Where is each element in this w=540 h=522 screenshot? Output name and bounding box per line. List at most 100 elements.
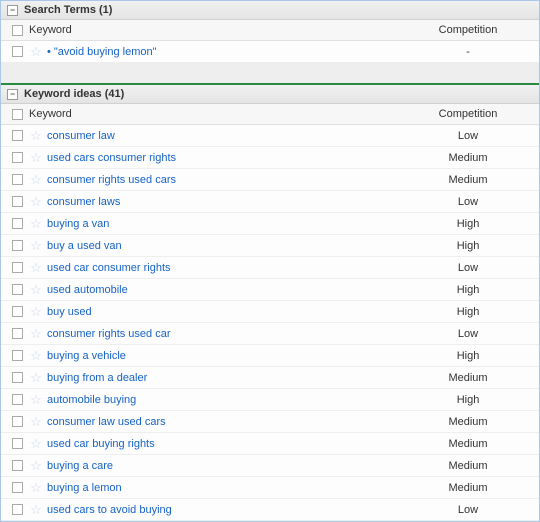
row-checkbox[interactable] xyxy=(12,174,23,185)
keyword-link[interactable]: used automobile xyxy=(47,284,128,296)
star-icon[interactable]: ☆ xyxy=(30,481,42,494)
row-checkbox[interactable] xyxy=(12,438,23,449)
star-icon[interactable]: ☆ xyxy=(30,195,42,208)
table-row: ☆ consumer law Low xyxy=(1,125,539,147)
star-icon[interactable]: ☆ xyxy=(30,129,42,142)
star-icon[interactable]: ☆ xyxy=(30,393,42,406)
star-icon[interactable]: ☆ xyxy=(30,151,42,164)
collapse-icon[interactable]: − xyxy=(7,89,18,100)
competition-value: - xyxy=(403,46,533,58)
table-row: ☆ buying a care Medium xyxy=(1,455,539,477)
keyword-link[interactable]: consumer rights used cars xyxy=(47,174,176,186)
table-row: ☆buying a vehicleHigh xyxy=(1,345,539,367)
row-checkbox[interactable] xyxy=(12,504,23,515)
table-row: ☆consumer rights used carLow xyxy=(1,323,539,345)
table-row: ☆ consumer laws Low xyxy=(1,191,539,213)
row-checkbox[interactable] xyxy=(12,394,23,405)
competition-value: Medium xyxy=(403,460,533,472)
select-all-checkbox[interactable] xyxy=(12,109,23,120)
star-icon[interactable]: ☆ xyxy=(30,45,42,58)
star-icon[interactable]: ☆ xyxy=(30,415,42,428)
star-icon[interactable]: ☆ xyxy=(30,459,42,472)
keyword-link[interactable]: consumer rights used car xyxy=(47,328,171,340)
competition-value: High xyxy=(403,306,533,318)
row-checkbox[interactable] xyxy=(12,284,23,295)
competition-value: Medium xyxy=(403,416,533,428)
table-row: ☆ • "avoid buying lemon" - xyxy=(1,41,539,63)
row-checkbox[interactable] xyxy=(12,130,23,141)
keyword-link[interactable]: buy a used van xyxy=(47,240,122,252)
table-row: ☆ buy used High xyxy=(1,301,539,323)
table-row: ☆ used car buying rights Medium xyxy=(1,433,539,455)
star-icon[interactable]: ☆ xyxy=(30,239,42,252)
section-divider xyxy=(1,63,539,85)
row-checkbox[interactable] xyxy=(12,372,23,383)
keyword-link[interactable]: buying from a dealer xyxy=(47,372,147,384)
keyword-link[interactable]: buying a care xyxy=(47,460,113,472)
competition-value: Low xyxy=(403,504,533,516)
keyword-link[interactable]: used cars consumer rights xyxy=(47,152,176,164)
row-checkbox[interactable] xyxy=(12,152,23,163)
table-row: ☆ consumer rights used cars Medium xyxy=(1,169,539,191)
select-all-checkbox[interactable] xyxy=(12,25,23,36)
keyword-link[interactable]: buying a lemon xyxy=(47,482,122,494)
section-header-search-terms: − Search Terms (1) xyxy=(1,1,539,20)
keyword-link[interactable]: used car buying rights xyxy=(47,438,155,450)
column-competition: Competition xyxy=(403,24,533,36)
table-row: ☆ buying a lemon Medium xyxy=(1,477,539,499)
column-keyword: Keyword xyxy=(27,24,403,36)
table-row: ☆used car consumer rightsLow xyxy=(1,257,539,279)
star-icon[interactable]: ☆ xyxy=(30,327,42,340)
keyword-link[interactable]: automobile buying xyxy=(47,394,136,406)
keyword-link[interactable]: • "avoid buying lemon" xyxy=(47,46,157,58)
row-checkbox[interactable] xyxy=(12,328,23,339)
column-competition: Competition xyxy=(403,108,533,120)
column-header-row: Keyword Competition xyxy=(1,104,539,125)
star-icon[interactable]: ☆ xyxy=(30,503,42,516)
keyword-link[interactable]: buying a vehicle xyxy=(47,350,126,362)
column-header-row: Keyword Competition xyxy=(1,20,539,41)
competition-value: High xyxy=(403,394,533,406)
collapse-icon[interactable]: − xyxy=(7,5,18,16)
star-icon[interactable]: ☆ xyxy=(30,261,42,274)
row-checkbox[interactable] xyxy=(12,416,23,427)
table-row: ☆used automobileHigh xyxy=(1,279,539,301)
star-icon[interactable]: ☆ xyxy=(30,437,42,450)
keyword-link[interactable]: consumer law used cars xyxy=(47,416,166,428)
section-title: Search Terms (1) xyxy=(24,4,112,16)
table-row: ☆ consumer law used cars Medium xyxy=(1,411,539,433)
row-checkbox[interactable] xyxy=(12,218,23,229)
star-icon[interactable]: ☆ xyxy=(30,217,42,230)
star-icon[interactable]: ☆ xyxy=(30,173,42,186)
table-row: ☆ buy a used van High xyxy=(1,235,539,257)
section-title: Keyword ideas (41) xyxy=(24,88,124,100)
keyword-link[interactable]: used car consumer rights xyxy=(47,262,171,274)
competition-value: Medium xyxy=(403,438,533,450)
table-row: ☆used cars consumer rightsMedium xyxy=(1,147,539,169)
competition-value: High xyxy=(403,218,533,230)
keyword-link[interactable]: buying a van xyxy=(47,218,109,230)
row-checkbox[interactable] xyxy=(12,350,23,361)
keyword-link[interactable]: consumer law xyxy=(47,130,115,142)
star-icon[interactable]: ☆ xyxy=(30,349,42,362)
star-icon[interactable]: ☆ xyxy=(30,305,42,318)
table-row: ☆ buying a van High xyxy=(1,213,539,235)
competition-value: High xyxy=(403,240,533,252)
row-checkbox[interactable] xyxy=(12,46,23,57)
row-checkbox[interactable] xyxy=(12,460,23,471)
row-checkbox[interactable] xyxy=(12,262,23,273)
keyword-link[interactable]: used cars to avoid buying xyxy=(47,504,172,516)
star-icon[interactable]: ☆ xyxy=(30,283,42,296)
competition-value: Low xyxy=(403,196,533,208)
competition-value: Medium xyxy=(403,174,533,186)
row-checkbox[interactable] xyxy=(12,306,23,317)
star-icon[interactable]: ☆ xyxy=(30,371,42,384)
section-header-keyword-ideas: − Keyword ideas (41) xyxy=(1,85,539,104)
competition-value: Low xyxy=(403,130,533,142)
keyword-link[interactable]: consumer laws xyxy=(47,196,120,208)
row-checkbox[interactable] xyxy=(12,240,23,251)
competition-value: Medium xyxy=(403,482,533,494)
keyword-link[interactable]: buy used xyxy=(47,306,92,318)
row-checkbox[interactable] xyxy=(12,482,23,493)
row-checkbox[interactable] xyxy=(12,196,23,207)
